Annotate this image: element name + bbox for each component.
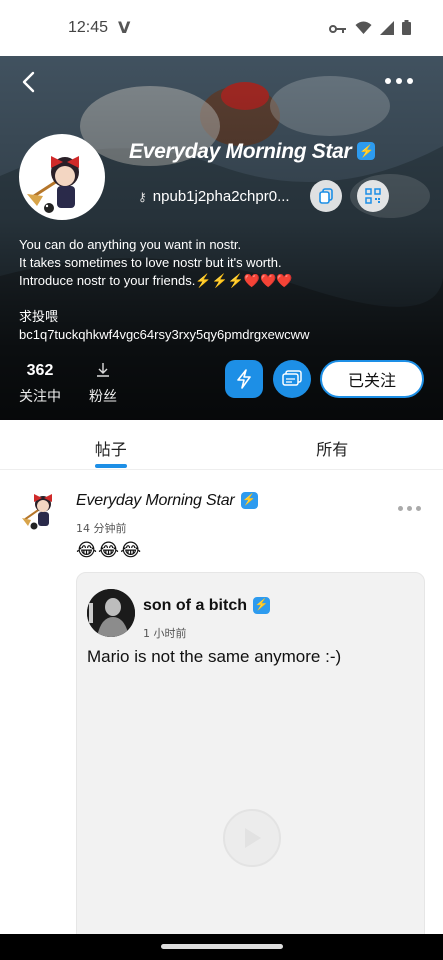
- about-line: It takes sometimes to love nostr but it'…: [19, 255, 282, 270]
- lightning-icon: [237, 369, 251, 389]
- qr-code-icon: [365, 188, 381, 204]
- following-stat[interactable]: 362 关注中: [19, 362, 61, 406]
- key-icon: ⚷: [138, 189, 147, 204]
- npub-text: npub1j2pha2chpr0...: [152, 188, 290, 205]
- more-options-button[interactable]: [385, 78, 413, 84]
- signal-icon: [380, 20, 394, 39]
- profile-stats: 362 关注中 粉丝: [19, 362, 117, 406]
- wifi-icon: [355, 20, 372, 39]
- post-author-avatar[interactable]: [22, 488, 60, 532]
- copy-icon: [319, 188, 333, 204]
- status-time: 12:45: [68, 19, 109, 36]
- profile-name-text: Everyday Morning Star: [129, 140, 352, 163]
- tab-all[interactable]: 所有: [222, 420, 443, 469]
- quoted-text: Mario is not the same anymore :-): [87, 647, 342, 666]
- quoted-time: 1 小时前: [143, 627, 187, 640]
- follow-button[interactable]: 已关注: [320, 360, 424, 398]
- lightning-badge-icon: ⚡: [357, 142, 376, 160]
- battery-icon: [402, 20, 411, 39]
- profile-avatar[interactable]: [19, 134, 105, 220]
- lightning-address[interactable]: bc1q7tuckqhkwf4vgc64rsy3rxy5qy6pmdrgxewc…: [19, 326, 309, 344]
- lightning-badge-icon: ⚡: [253, 597, 270, 614]
- profile-about: You can do anything you want in nostr. I…: [19, 236, 309, 344]
- post-author[interactable]: Everyday Morning Star ⚡: [76, 492, 258, 510]
- chevron-left-icon: [22, 71, 35, 93]
- about-line: Introduce nostr to your friends.⚡⚡⚡❤️❤️❤…: [19, 273, 293, 288]
- profile-banner: Everyday Morning Star ⚡ ⚷ npub1j2pha2chpr…: [0, 56, 443, 420]
- post-content: 😂😂😂: [76, 540, 143, 561]
- app-indicator-icon: V: [118, 18, 131, 37]
- post-item[interactable]: Everyday Morning Star ⚡ 14 分钟前 😂😂😂 son of…: [0, 470, 443, 952]
- message-button[interactable]: [273, 360, 311, 398]
- followers-stat[interactable]: 粉丝: [89, 362, 117, 406]
- zap-button[interactable]: [225, 360, 263, 398]
- quoted-author[interactable]: son of a bitch ⚡: [143, 597, 270, 615]
- copy-npub-button[interactable]: [310, 180, 342, 212]
- system-nav-bar: [0, 934, 443, 960]
- post-time: 14 分钟前: [76, 522, 127, 535]
- key-icon: [329, 20, 347, 39]
- post-author-name: Everyday Morning Star: [76, 492, 235, 509]
- video-play-button[interactable]: [223, 809, 281, 867]
- status-icons: [329, 20, 411, 39]
- back-button[interactable]: [18, 70, 42, 94]
- quoted-author-avatar[interactable]: [87, 589, 135, 637]
- download-icon: [96, 362, 110, 382]
- profile-tabs: 帖子 所有: [0, 420, 443, 470]
- quoted-post[interactable]: son of a bitch ⚡ 1 小时前 Mario is not the s…: [76, 572, 425, 952]
- about-line: You can do anything you want in nostr.: [19, 237, 242, 252]
- following-count: 362: [26, 362, 54, 379]
- home-gesture-handle[interactable]: [161, 944, 283, 949]
- followers-label: 粉丝: [89, 389, 117, 405]
- message-icon: [282, 370, 302, 386]
- npub-row: ⚷ npub1j2pha2chpr0...: [138, 188, 290, 205]
- quoted-author-name: son of a bitch: [143, 597, 247, 614]
- post-more-button[interactable]: [398, 506, 421, 511]
- lightning-badge-icon: ⚡: [240, 492, 258, 509]
- status-bar: 12:45 V: [0, 0, 443, 56]
- tab-posts[interactable]: 帖子: [0, 420, 222, 469]
- profile-name: Everyday Morning Star ⚡: [129, 140, 376, 164]
- play-icon: [245, 828, 261, 848]
- donate-label: 求投喂: [19, 309, 59, 324]
- qr-code-button[interactable]: [357, 180, 389, 212]
- following-label: 关注中: [19, 389, 61, 405]
